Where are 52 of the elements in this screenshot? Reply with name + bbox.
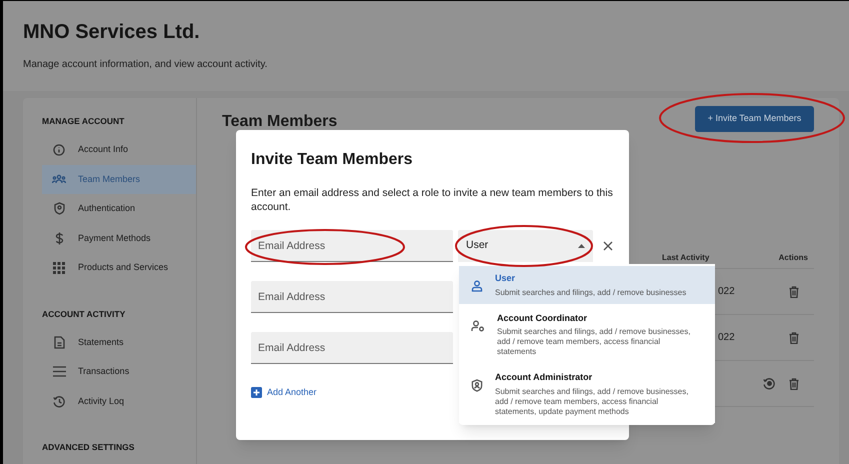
table-cell-text: 022 — [718, 285, 735, 299]
role-title: Account Administrator — [495, 371, 594, 384]
column-header: Actions — [778, 252, 808, 264]
list-icon — [52, 366, 66, 378]
close-icon[interactable] — [603, 241, 613, 251]
section-title: Team Members — [222, 112, 338, 132]
email-input-field[interactable]: Email Address — [251, 332, 453, 364]
trash-icon[interactable] — [789, 378, 799, 390]
role-description: Submit searches and filings, add / remove businesses, add / remove team members, access financial statements — [497, 327, 692, 357]
shield-icon — [54, 202, 64, 216]
company-title: MNO Services Ltd. — [23, 20, 201, 45]
email-input-field[interactable]: Email Address — [251, 281, 453, 313]
role-option[interactable]: Account Coordinator Submit searches and filings, add / remove businesses, add / remove team members, access financial statements — [459, 306, 715, 363]
role-description: Submit searches and filings, add / remove businesses — [495, 288, 688, 298]
grid-icon — [53, 262, 65, 274]
add-another-link[interactable]: Add Another — [251, 386, 317, 400]
team-icon — [52, 174, 66, 184]
shield-person-icon — [471, 379, 483, 392]
email-input-field[interactable]: Email Address — [251, 230, 453, 262]
caret-icon — [578, 244, 585, 248]
person-gear-icon — [471, 320, 485, 332]
trash-icon[interactable] — [789, 286, 799, 298]
sidebar-item[interactable]: Authentication — [42, 194, 196, 224]
dialog-title: Invite Team Members — [251, 150, 414, 170]
page-subtitle: Manage account information, and view account activity. — [23, 58, 268, 72]
dialog-description: Enter an email address and select a role to invite a new team members to this account. — [251, 186, 614, 214]
role-option[interactable]: User Submit searches and filings, add / remove businesses — [459, 266, 715, 304]
info-icon — [53, 144, 65, 156]
document-icon — [54, 336, 64, 349]
history-icon — [52, 394, 66, 408]
sidebar-item[interactable]: Products and Services — [42, 253, 196, 282]
sidebar-item[interactable]: Transactions — [42, 357, 196, 386]
person-icon — [471, 280, 483, 292]
section-heading: MANAGE ACCOUNT — [42, 115, 126, 128]
sidebar-item[interactable]: Payment Methods — [42, 224, 196, 253]
plus-icon — [251, 387, 262, 398]
role-title: User — [495, 272, 516, 285]
table-cell-text: 022 — [718, 331, 735, 345]
role-option[interactable]: Account Administrator Submit searches and filings, add / remove businesses, add / remove team members, access financial statements, update payment methods — [459, 365, 715, 422]
sidebar-item[interactable]: Activity Loq — [42, 386, 196, 416]
section-heading: ACCOUNT ACTIVITY — [42, 308, 126, 320]
role-description: Submit searches and filings, add / remove businesses, add / remove team members, access financial statements, update payment methods — [495, 386, 690, 416]
column-header: Last Activity — [662, 252, 710, 264]
dollar-icon — [54, 232, 64, 245]
section-heading: ADVANCED SETTINGS — [42, 441, 136, 454]
sidebar-item[interactable]: Statements — [42, 328, 196, 357]
role-title: Account Coordinator — [497, 312, 588, 324]
role-select[interactable]: User — [458, 230, 593, 262]
sidebar-item[interactable]: Account Info — [42, 135, 196, 164]
invite-team-members-button[interactable]: + Invite Team Members — [695, 106, 814, 132]
trash-icon[interactable] — [789, 332, 799, 344]
restore-icon[interactable] — [763, 377, 776, 390]
